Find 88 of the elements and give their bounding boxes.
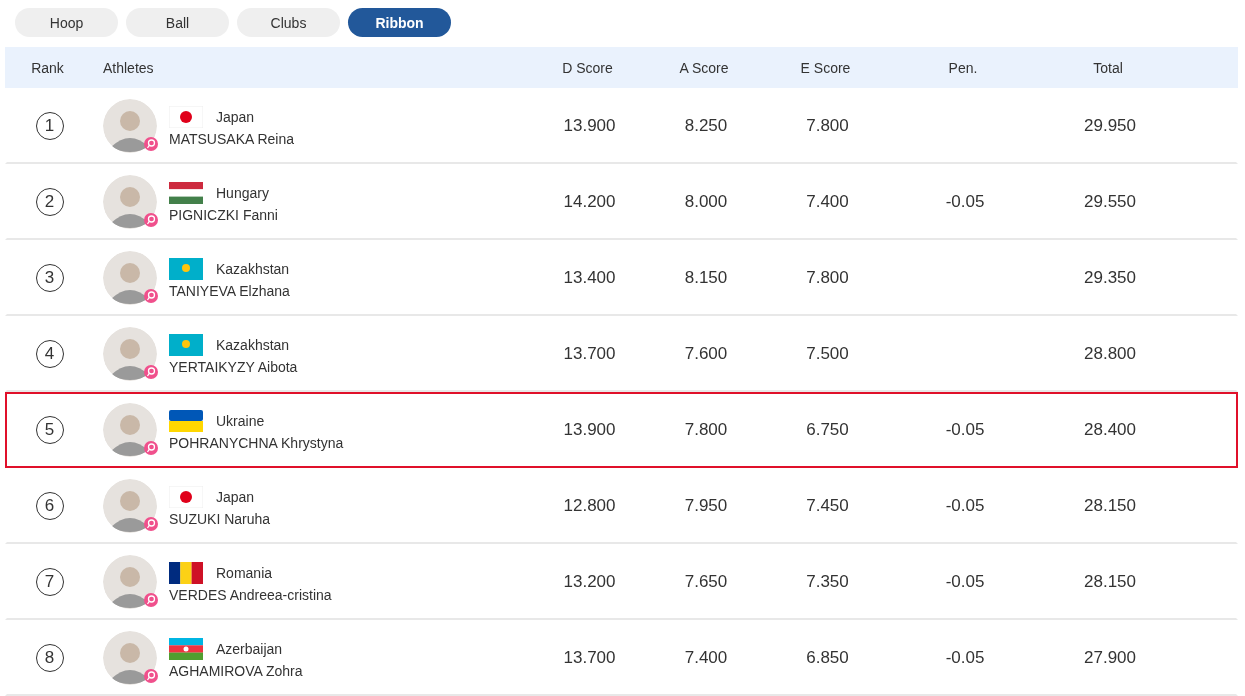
d-score: 13.700: [563, 344, 616, 364]
total-score: 28.150: [1084, 572, 1136, 592]
penalty: -0.05: [945, 648, 985, 668]
athlete-name: MATSUSAKA Reina: [169, 130, 294, 147]
penalty: -0.05: [945, 496, 985, 516]
penalty: -0.05: [945, 192, 985, 212]
ribbon-badge-icon: [144, 517, 158, 531]
ribbon-badge-icon: [144, 289, 158, 303]
ribbon-badge-icon: [144, 365, 158, 379]
total-score: 28.800: [1084, 344, 1136, 364]
flag-icon: [169, 637, 203, 660]
d-score: 14.200: [563, 192, 616, 212]
athlete-avatar: [103, 631, 157, 685]
total-score: 29.550: [1084, 192, 1136, 212]
a-score: 8.150: [684, 268, 728, 288]
a-score: 8.250: [684, 116, 728, 136]
total-score: 28.150: [1084, 496, 1136, 516]
country-name: Azerbaijan: [216, 640, 283, 657]
d-score: 13.200: [563, 572, 616, 592]
flag-icon: [169, 409, 203, 432]
athlete-name: PIGNICZKI Fanni: [169, 206, 278, 223]
total-score: 28.400: [1084, 420, 1136, 440]
athlete-name: AGHAMIROVA Zohra: [169, 662, 303, 679]
ribbon-badge-icon: [144, 137, 158, 151]
d-score: 13.900: [563, 420, 616, 440]
total-score: 27.900: [1084, 648, 1136, 668]
e-score: 7.800: [806, 116, 849, 136]
athlete-avatar: [103, 403, 157, 457]
a-score: 7.650: [684, 572, 728, 592]
country-name: Ukraine: [216, 412, 265, 429]
column-header: Athletes: [102, 59, 154, 76]
ribbon-badge-icon: [144, 593, 158, 607]
e-score: 7.450: [806, 496, 849, 516]
e-score: 6.750: [806, 420, 849, 440]
athlete-avatar: [103, 479, 157, 533]
flag-icon: [169, 105, 203, 128]
a-score: 8.000: [684, 192, 728, 212]
flag-icon: [169, 485, 203, 508]
a-score: 7.600: [684, 344, 728, 364]
flag-icon: [169, 257, 203, 280]
country-name: Hungary: [216, 184, 269, 201]
country-name: Japan: [216, 108, 255, 125]
country-name: Kazakhstan: [216, 260, 290, 277]
e-score: 7.500: [806, 344, 849, 364]
column-header: A Score: [679, 59, 729, 76]
athlete-avatar: [103, 555, 157, 609]
athlete-avatar: [103, 99, 157, 153]
flag-icon: [169, 561, 203, 584]
e-score: 6.850: [806, 648, 849, 668]
a-score: 7.800: [684, 420, 728, 440]
column-header: Rank: [31, 59, 64, 76]
country-name: Kazakhstan: [216, 336, 290, 353]
d-score: 13.400: [563, 268, 616, 288]
column-header: Total: [1093, 59, 1123, 76]
total-score: 29.950: [1084, 116, 1136, 136]
ribbon-badge-icon: [144, 213, 158, 227]
a-score: 7.400: [684, 648, 728, 668]
d-score: 13.900: [563, 116, 616, 136]
ribbon-badge-icon: [144, 441, 158, 455]
total-score: 29.350: [1084, 268, 1136, 288]
athlete-name: VERDES Andreea-cristina: [169, 586, 332, 603]
athlete-avatar: [103, 175, 157, 229]
country-name: Japan: [216, 488, 255, 505]
column-header: Pen.: [948, 59, 978, 76]
flag-icon: [169, 333, 203, 356]
athlete-name: SUZUKI Naruha: [169, 510, 271, 527]
e-score: 7.400: [806, 192, 849, 212]
a-score: 7.950: [684, 496, 728, 516]
d-score: 13.700: [563, 648, 616, 668]
athlete-name: TANIYEVA Elzhana: [169, 282, 290, 299]
column-header: D Score: [562, 59, 613, 76]
penalty: -0.05: [945, 572, 985, 592]
e-score: 7.800: [806, 268, 849, 288]
athlete-avatar: [103, 251, 157, 305]
athlete-avatar: [103, 327, 157, 381]
apparatus-tab[interactable]: Hoop: [15, 8, 118, 37]
column-header: E Score: [800, 59, 851, 76]
athlete-name: YERTAIKYZY Aibota: [169, 358, 298, 375]
d-score: 12.800: [563, 496, 616, 516]
e-score: 7.350: [806, 572, 849, 592]
ribbon-badge-icon: [144, 669, 158, 683]
flag-icon: [169, 181, 203, 204]
athlete-name: POHRANYCHNA Khrystyna: [169, 434, 344, 451]
apparatus-tab[interactable]: Ball: [126, 8, 229, 37]
country-name: Romania: [216, 564, 273, 581]
penalty: -0.05: [945, 420, 985, 440]
apparatus-tab[interactable]: Ribbon: [348, 8, 451, 37]
apparatus-tab[interactable]: Clubs: [237, 8, 340, 37]
